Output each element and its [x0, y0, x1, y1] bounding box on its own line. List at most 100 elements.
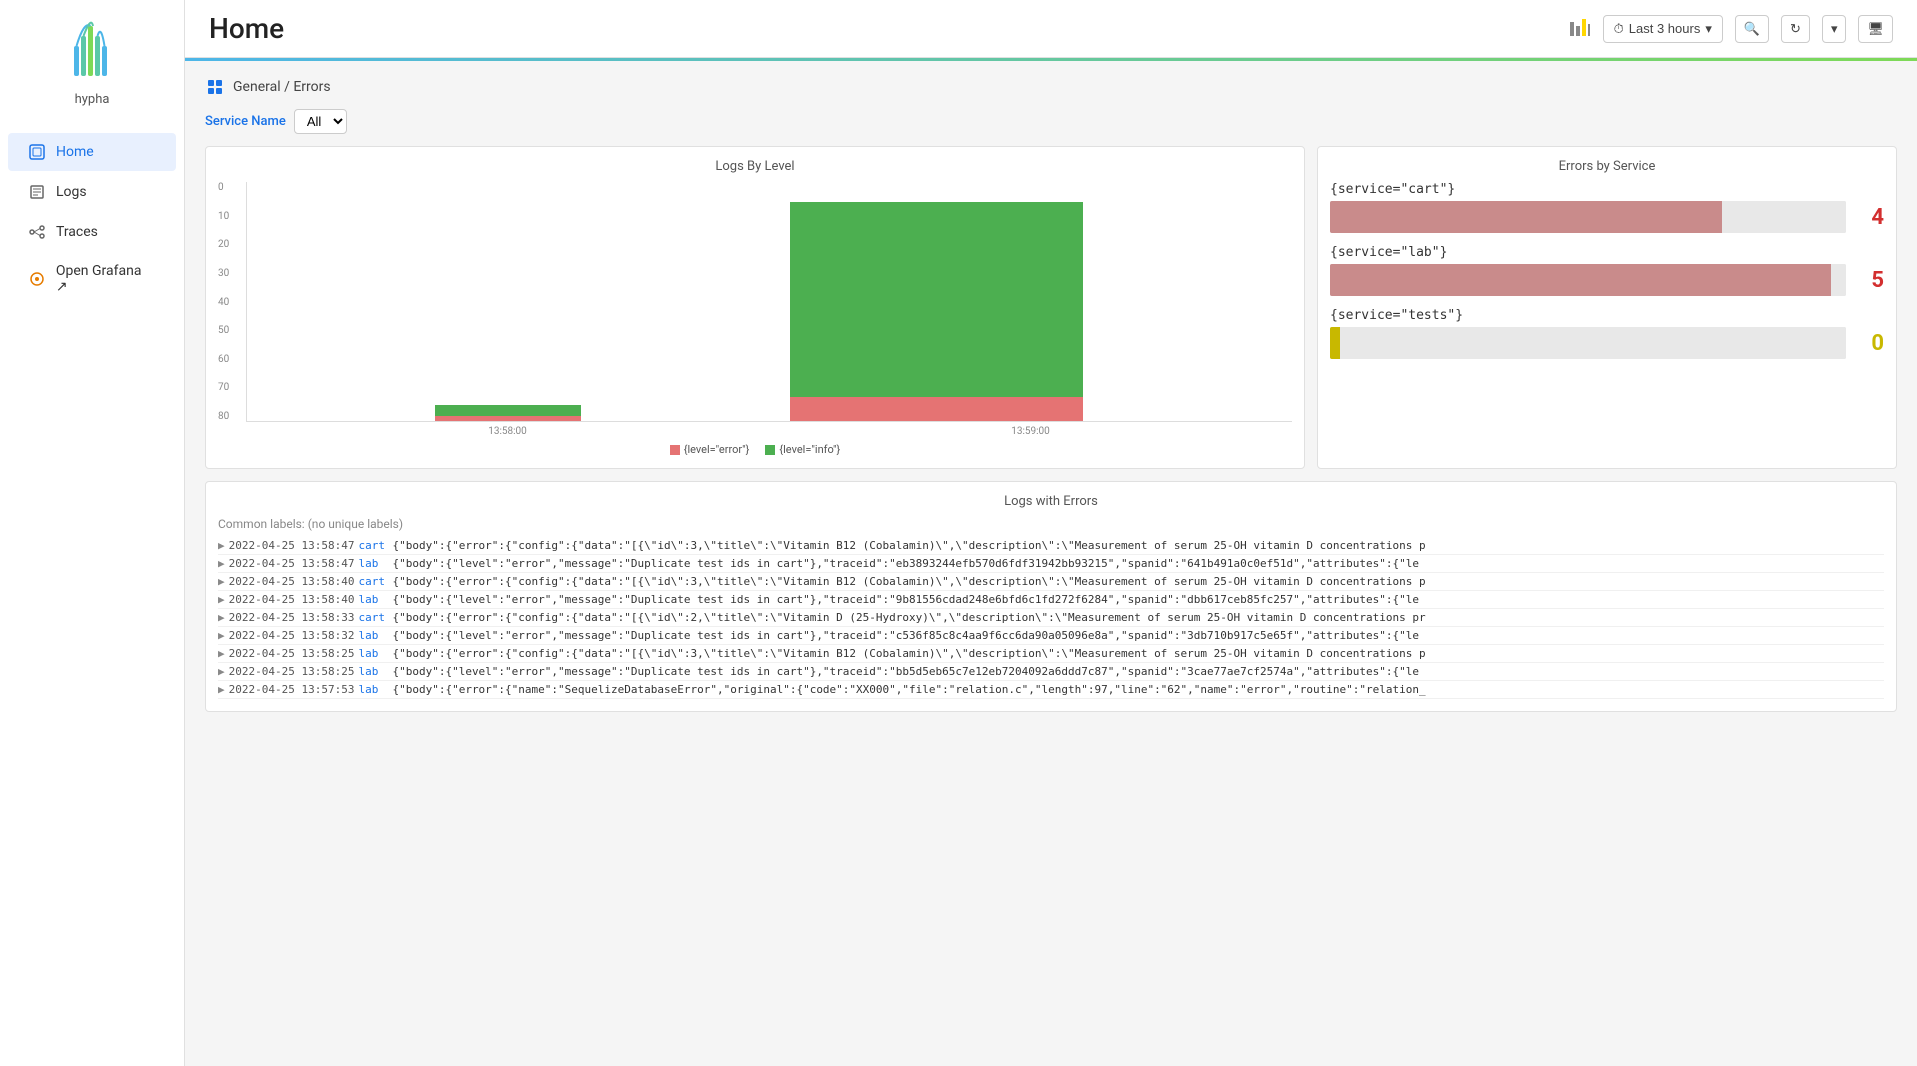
log-service: lab: [358, 665, 388, 678]
log-timestamp: 2022-04-25 13:58:25: [229, 665, 355, 678]
log-timestamp: 2022-04-25 13:58:32: [229, 629, 355, 642]
header: Home ⏱ Last 3 hours ▾ 🔍 ↻ ▾ 🖥: [185, 0, 1917, 58]
sidebar-item-traces[interactable]: Traces: [8, 213, 176, 251]
sidebar-item-home-label: Home: [56, 144, 94, 160]
log-body: {"body":{"level":"error","message":"Dupl…: [392, 557, 1419, 570]
bar-group-1: [435, 405, 581, 421]
legend-error: {level="error"}: [670, 443, 750, 456]
grafana-icon: [28, 270, 46, 288]
sidebar-item-open-grafana[interactable]: Open Grafana ↗: [8, 253, 176, 305]
service-label-lab: {service="lab"}: [1330, 245, 1884, 260]
breadcrumb-text: General / Errors: [233, 79, 331, 95]
chevron-button[interactable]: ▾: [1822, 15, 1847, 43]
home-icon: [28, 143, 46, 161]
log-body: {"body":{"error":{"config":{"data":"[{\"…: [392, 575, 1425, 588]
legend-error-label: {level="error"}: [684, 443, 750, 456]
logs-chart-area: 80 70 60 50 40 30 20 10 0: [218, 182, 1292, 422]
log-body: {"body":{"level":"error","message":"Dupl…: [392, 665, 1419, 678]
service-bar-empty-tests: [1340, 327, 1846, 359]
log-entry[interactable]: ▶ 2022-04-25 13:58:40 lab {"body":{"leve…: [218, 591, 1884, 609]
log-arrow: ▶: [218, 647, 225, 660]
log-entry[interactable]: ▶ 2022-04-25 13:58:25 lab {"body":{"erro…: [218, 645, 1884, 663]
log-service: lab: [358, 647, 388, 660]
service-count-cart: 4: [1854, 205, 1884, 230]
sidebar-item-home[interactable]: Home: [8, 133, 176, 171]
chart-toggle-icon[interactable]: [1569, 18, 1591, 40]
log-arrow: ▶: [218, 557, 225, 570]
log-entry[interactable]: ▶ 2022-04-25 13:58:47 lab {"body":{"leve…: [218, 555, 1884, 573]
log-entry[interactable]: ▶ 2022-04-25 13:58:32 lab {"body":{"leve…: [218, 627, 1884, 645]
grid-icon: [205, 77, 225, 97]
log-service: lab: [358, 557, 388, 570]
zoom-button[interactable]: 🔍: [1735, 15, 1769, 43]
bar-error-2: [790, 397, 1083, 421]
log-entry[interactable]: ▶ 2022-04-25 13:57:53 lab {"body":{"erro…: [218, 681, 1884, 699]
errors-by-service-title: Errors by Service: [1330, 159, 1884, 174]
refresh-button[interactable]: ↻: [1781, 15, 1810, 43]
chevron-down-icon: ▾: [1705, 21, 1712, 37]
log-entry[interactable]: ▶ 2022-04-25 13:58:25 lab {"body":{"leve…: [218, 663, 1884, 681]
log-entry[interactable]: ▶ 2022-04-25 13:58:40 cart {"body":{"err…: [218, 573, 1884, 591]
log-timestamp: 2022-04-25 13:58:40: [229, 575, 355, 588]
time-range-button[interactable]: ⏱ Last 3 hours ▾: [1603, 15, 1723, 43]
service-row-tests: {service="tests"} 0: [1330, 308, 1884, 359]
monitor-button[interactable]: 🖥: [1858, 15, 1893, 43]
common-labels-label: Common labels:: [218, 517, 305, 531]
logs-by-level-title: Logs By Level: [218, 159, 1292, 174]
bar-group-2: [790, 202, 1083, 421]
log-service: lab: [358, 593, 388, 606]
service-bar-container-cart: [1330, 201, 1846, 233]
log-arrow: ▶: [218, 665, 225, 678]
log-timestamp: 2022-04-25 13:57:53: [229, 683, 355, 696]
service-label-cart: {service="cart"}: [1330, 182, 1884, 197]
y-axis: 80 70 60 50 40 30 20 10 0: [218, 182, 246, 422]
monitor-icon: 🖥: [1867, 21, 1884, 37]
service-bar-container-tests: [1330, 327, 1846, 359]
service-bar-fill-lab: [1330, 264, 1831, 296]
legend-info-dot: [765, 445, 775, 455]
log-timestamp: 2022-04-25 13:58:47: [229, 557, 355, 570]
sidebar: hypha Home Logs Traces Open Grafana ↗: [0, 0, 185, 1066]
log-service: cart: [358, 539, 388, 552]
log-arrow: ▶: [218, 539, 225, 552]
log-timestamp: 2022-04-25 13:58:47: [229, 539, 355, 552]
sidebar-item-logs[interactable]: Logs: [8, 173, 176, 211]
sidebar-item-logs-label: Logs: [56, 184, 87, 200]
log-timestamp: 2022-04-25 13:58:33: [229, 611, 355, 624]
logs-with-errors-panel: Logs with Errors Common labels: (no uniq…: [205, 481, 1897, 712]
logs-by-level-panel: Logs By Level 80 70 60 50 40 30 20 10 0: [205, 146, 1305, 469]
log-arrow: ▶: [218, 593, 225, 606]
service-bar-row-tests: 0: [1330, 327, 1884, 359]
errors-by-service-panel: Errors by Service {service="cart"} 4 {se…: [1317, 146, 1897, 469]
sidebar-item-grafana-label: Open Grafana ↗: [56, 263, 156, 295]
hypha-logo-icon: [66, 16, 118, 88]
log-body: {"body":{"level":"error","message":"Dupl…: [392, 593, 1419, 606]
log-service: cart: [358, 611, 388, 624]
time-range-label: Last 3 hours: [1629, 21, 1701, 36]
page-title: Home: [209, 12, 284, 45]
service-bar-empty-cart: [1722, 201, 1846, 233]
log-body: {"body":{"error":{"config":{"data":"[{\"…: [392, 611, 1425, 624]
log-arrow: ▶: [218, 575, 225, 588]
filter-label: Service Name: [205, 114, 286, 129]
chart-legend: {level="error"} {level="info"}: [218, 443, 1292, 456]
logo-label: hypha: [75, 92, 110, 107]
log-arrow: ▶: [218, 629, 225, 642]
service-bar-container-lab: [1330, 264, 1846, 296]
traces-icon: [28, 223, 46, 241]
logo: hypha: [66, 16, 118, 107]
header-toolbar: ⏱ Last 3 hours ▾ 🔍 ↻ ▾ 🖥: [1569, 15, 1893, 43]
service-name-filter[interactable]: All: [294, 109, 347, 134]
logs-icon: [28, 183, 46, 201]
bar-error-1: [435, 416, 581, 421]
log-body: {"body":{"level":"error","message":"Dupl…: [392, 629, 1419, 642]
log-timestamp: 2022-04-25 13:58:25: [229, 647, 355, 660]
service-row-lab: {service="lab"} 5: [1330, 245, 1884, 296]
log-service: lab: [358, 629, 388, 642]
chevron-icon: ▾: [1831, 21, 1838, 37]
log-entry[interactable]: ▶ 2022-04-25 13:58:33 cart {"body":{"err…: [218, 609, 1884, 627]
service-bar-fill-cart: [1330, 201, 1722, 233]
service-count-lab: 5: [1854, 268, 1884, 293]
legend-info: {level="info"}: [765, 443, 840, 456]
log-entry[interactable]: ▶ 2022-04-25 13:58:47 cart {"body":{"err…: [218, 537, 1884, 555]
